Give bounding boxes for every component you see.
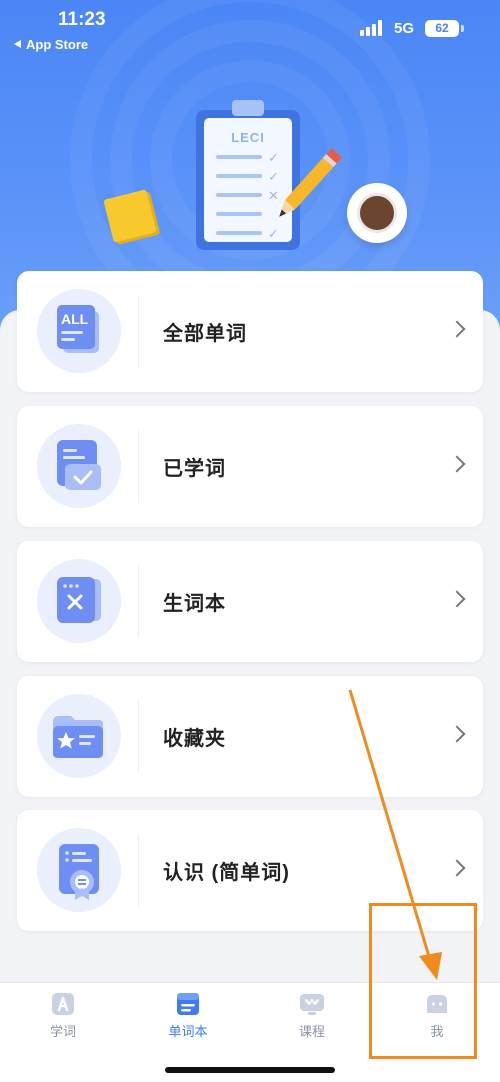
clipboard-line (216, 193, 262, 197)
menu-item-label: 已学词 (163, 458, 226, 480)
tab-course[interactable]: 课程 (262, 991, 362, 1040)
home-indicator (165, 1067, 335, 1073)
network-type: 5G (394, 20, 415, 37)
coffee (357, 193, 397, 233)
status-bar: 11:23 App Store 5G 62 (0, 0, 500, 60)
card-divider (138, 700, 139, 773)
icon-circle (37, 828, 121, 912)
menu-item-label: 生词本 (163, 593, 226, 615)
annotation-highlight-box (369, 903, 477, 1059)
wordbook-icon (175, 991, 201, 1017)
chevron-right-icon (448, 455, 466, 473)
chevron-right-icon (448, 320, 466, 338)
menu-item-all-words[interactable]: ALL 全部单词 (17, 271, 483, 392)
chevron-right-icon (448, 859, 466, 877)
battery-icon: 62 (425, 20, 459, 37)
clipboard-line (216, 212, 262, 216)
menu-item-label: 全部单词 (163, 323, 247, 345)
tab-label: 单词本 (168, 1024, 208, 1039)
clipboard-line (216, 155, 262, 159)
icon-circle (37, 559, 121, 643)
signal-icon (360, 20, 386, 36)
menu-item-label: 认识 (简单词) (163, 862, 290, 884)
back-to-app-store[interactable]: App Store (14, 37, 88, 52)
menu-item-new-words[interactable]: 生词本 (17, 541, 483, 662)
icon-circle: ALL (37, 289, 121, 373)
new-words-icon (57, 577, 101, 623)
all-words-icon: ALL (57, 305, 99, 353)
battery-tip (461, 25, 464, 32)
course-icon (299, 991, 325, 1017)
card-divider (138, 295, 139, 368)
back-arrow-icon (14, 40, 21, 48)
icon-circle (37, 424, 121, 508)
menu-item-label: 收藏夹 (163, 728, 226, 750)
clipboard-line (216, 174, 262, 178)
tab-learn[interactable]: 学词 (13, 991, 113, 1040)
pencil-icon (279, 148, 342, 217)
menu-item-favorites[interactable]: 收藏夹 (17, 676, 483, 797)
card-divider (138, 565, 139, 638)
status-time: 11:23 (58, 9, 106, 30)
learn-icon (50, 991, 76, 1017)
favorites-icon (53, 716, 103, 758)
tab-label: 课程 (298, 1024, 325, 1039)
known-words-icon (59, 844, 99, 900)
card-divider (138, 834, 139, 907)
tab-label: 学词 (49, 1024, 76, 1039)
coffee-cup-icon (347, 183, 407, 243)
icon-circle (37, 694, 121, 778)
tab-wordbook[interactable]: 单词本 (138, 991, 238, 1040)
learned-words-icon (57, 440, 101, 490)
chevron-right-icon (448, 590, 466, 608)
chevron-right-icon (448, 725, 466, 743)
menu-item-learned-words[interactable]: 已学词 (17, 406, 483, 527)
clipboard-title: LECI (231, 130, 265, 145)
back-app-label: App Store (26, 37, 89, 52)
card-divider (138, 430, 139, 503)
clipboard-line (216, 231, 262, 235)
svg-text:ALL: ALL (61, 311, 89, 327)
clipboard-clip (232, 100, 264, 116)
